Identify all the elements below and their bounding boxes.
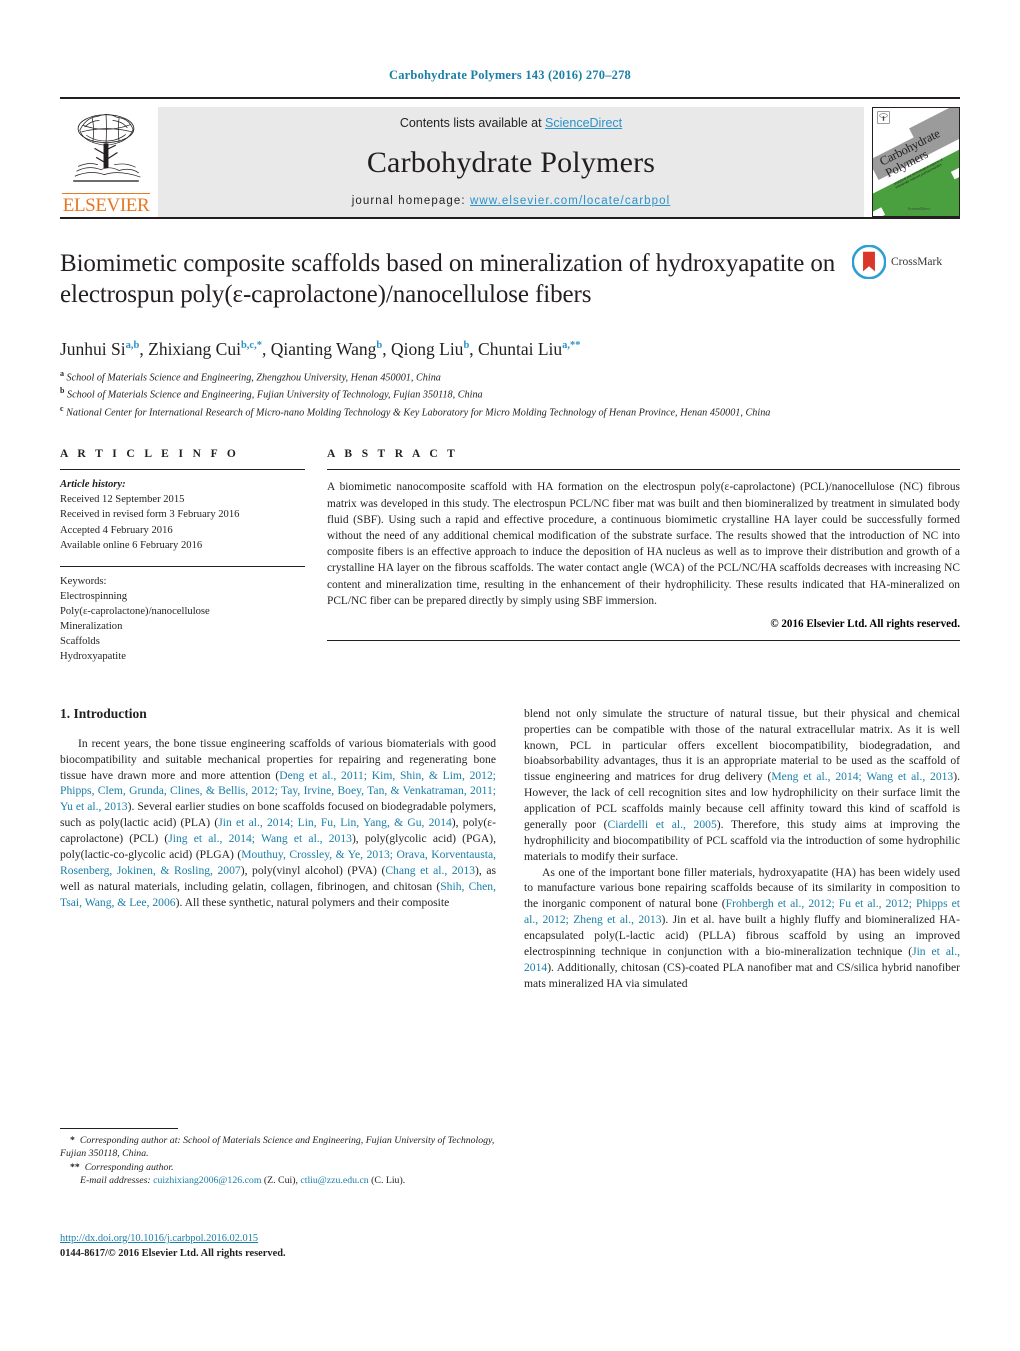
keywords-label: Keywords: xyxy=(60,575,107,587)
journal-cover-thumbnail[interactable]: Carbohydrate Polymers analytical and tec… xyxy=(872,107,960,217)
author-affiliation-mark: a,** xyxy=(562,340,581,352)
body-column-left: 1. Introduction In recent years, the bon… xyxy=(60,706,496,992)
affiliation-item: c National Center for International Rese… xyxy=(60,403,771,419)
affiliation-item: a School of Materials Science and Engine… xyxy=(60,369,441,384)
author-affiliation-mark: b xyxy=(376,340,383,352)
email-owner-1: (Z. Cui), xyxy=(263,1174,298,1186)
crossmark-icon xyxy=(852,245,886,279)
contents-available-line: Contents lists available at ScienceDirec… xyxy=(400,116,622,130)
citation-link[interactable]: Deng et al., 2011; Kim, Shin, & Lim, 201… xyxy=(60,769,496,814)
email-addresses-label: E-mail addresses: xyxy=(80,1174,151,1186)
elsevier-tree-icon xyxy=(73,113,141,182)
email-addresses-note: E-mail addresses: cuizhixiang2006@126.co… xyxy=(60,1174,496,1187)
author-affiliation-mark: b xyxy=(463,340,470,352)
page-title: Biomimetic composite scaffolds based on … xyxy=(60,250,836,308)
email-owner-2: (C. Liu). xyxy=(371,1174,406,1186)
abstract-text: A biomimetic nanocomposite scaffold with… xyxy=(327,481,960,607)
affiliation-item: b School of Materials Science and Engine… xyxy=(60,386,483,401)
journal-homepage-link[interactable]: www.elsevier.com/locate/carbpol xyxy=(470,195,670,207)
author-list: Junhui Sia,b, Zhixiang Cuib,c,*, Qiantin… xyxy=(60,339,581,359)
citation-link[interactable]: Ciardelli et al., 2005 xyxy=(608,818,717,831)
article-info-heading: A R T I C L E I N F O xyxy=(60,448,240,461)
keywords-block: Keywords: Electrospinning Poly(ε-caprolac… xyxy=(60,567,305,664)
abstract-copyright: © 2016 Elsevier Ltd. All rights reserved… xyxy=(770,617,960,630)
section-heading-introduction: 1. Introduction xyxy=(60,705,147,721)
issn-copyright-line: 0144-8617/© 2016 Elsevier Ltd. All right… xyxy=(60,1247,286,1259)
cover-elsevier-icon xyxy=(877,111,890,124)
author-name[interactable]: Qianting Wang xyxy=(271,339,377,359)
cover-sciencedirect-footer: ScienceDirect xyxy=(907,206,931,211)
abstract-column: A B S T R A C T A biomimetic nanocomposi… xyxy=(327,448,960,663)
citation-link[interactable]: Frohbergh et al., 2012; Fu et al., 2012;… xyxy=(524,897,960,926)
article-history-item: Accepted 4 February 2016 xyxy=(60,524,173,536)
intro-paragraph-right-1: blend not only simulate the structure of… xyxy=(524,706,960,863)
keyword-item: Hydroxyapatite xyxy=(60,650,126,662)
citation-link[interactable]: Jin et al., 2014 xyxy=(524,945,960,974)
info-abstract-row: A R T I C L E I N F O Article history: R… xyxy=(60,448,960,663)
running-head: Carbohydrate Polymers 143 (2016) 270–278 xyxy=(389,68,631,82)
corresponding-author-note-2: ** Corresponding author. xyxy=(70,1161,174,1173)
footnote-rule xyxy=(60,1128,178,1129)
keyword-item: Scaffolds xyxy=(60,635,100,647)
author-name[interactable]: Junhui Si xyxy=(60,339,126,359)
intro-paragraph-right-2: As one of the important bone filler mate… xyxy=(524,865,961,990)
email-link-1[interactable]: cuizhixiang2006@126.com xyxy=(153,1175,261,1186)
crossmark-label: CrossMark xyxy=(891,256,943,268)
author-name[interactable]: Qiong Liu xyxy=(391,339,463,359)
body-columns: 1. Introduction In recent years, the bon… xyxy=(60,706,960,992)
citation-link[interactable]: Jing et al., 2014; Wang et al., 2013 xyxy=(168,832,352,845)
contents-prefix: Contents lists available at xyxy=(399,116,546,130)
sciencedirect-link[interactable]: ScienceDirect xyxy=(545,116,622,130)
journal-title: Carbohydrate Polymers xyxy=(366,145,656,179)
corresponding-author-note-1: * Corresponding author at: School of Mat… xyxy=(60,1135,495,1160)
affiliation-list: a School of Materials Science and Engine… xyxy=(60,368,960,420)
article-history-item: Received 12 September 2015 xyxy=(60,494,185,506)
masthead-bottom-rule xyxy=(60,217,960,219)
article-history-block: Article history: Received 12 September 2… xyxy=(60,470,305,552)
citation-link[interactable]: Shih, Chen, Tsai, Wang, & Lee, 2006 xyxy=(60,880,496,909)
citation-link[interactable]: Chang et al., 2013 xyxy=(385,864,475,877)
title-area: Biomimetic composite scaffolds based on … xyxy=(60,245,960,323)
homepage-prefix: journal homepage: xyxy=(351,195,470,207)
author-affiliation-mark: b,c,* xyxy=(240,340,262,352)
intro-paragraph-left: In recent years, the bone tissue enginee… xyxy=(60,736,497,909)
article-history-items: Received 12 September 2015 Received in re… xyxy=(60,492,305,552)
article-history-label: Article history: xyxy=(60,479,126,491)
keyword-item: Mineralization xyxy=(60,620,123,632)
article-page: Carbohydrate Polymers 143 (2016) 270–278 xyxy=(0,0,1020,1351)
article-history-item: Available online 6 February 2016 xyxy=(60,539,203,551)
body-column-right: blend not only simulate the structure of… xyxy=(524,706,960,992)
doi-link[interactable]: http://dx.doi.org/10.1016/j.carbpol.2016… xyxy=(60,1233,258,1244)
abstract-bottom-rule xyxy=(327,639,960,641)
article-info-column: A R T I C L E I N F O Article history: R… xyxy=(60,448,305,663)
author-name[interactable]: Zhixiang Cui xyxy=(148,339,241,359)
journal-masthead: ELSEVIER Contents lists available at Sci… xyxy=(60,97,960,217)
elsevier-logo-block: ELSEVIER xyxy=(60,107,152,217)
citation-link[interactable]: Jin et al., 2014; Lin, Fu, Lin, Yang, & … xyxy=(218,816,452,829)
author-name[interactable]: Chuntai Liu xyxy=(478,339,562,359)
doi-block: http://dx.doi.org/10.1016/j.carbpol.2016… xyxy=(60,1232,496,1262)
keyword-item: Electrospinning xyxy=(60,590,128,602)
author-affiliation-mark: a,b xyxy=(125,340,140,352)
masthead-center-band: Contents lists available at ScienceDirec… xyxy=(158,107,864,217)
crossmark-badge[interactable]: CrossMark xyxy=(852,245,960,279)
abstract-heading: A B S T R A C T xyxy=(327,448,459,461)
article-history-item: Received in revised form 3 February 2016 xyxy=(60,509,240,521)
elsevier-wordmark: ELSEVIER xyxy=(62,193,150,216)
citation-link[interactable]: Meng et al., 2014; Wang et al., 2013 xyxy=(771,770,953,783)
footnote-block: * Corresponding author at: School of Mat… xyxy=(60,1128,496,1187)
email-link-2[interactable]: ctliu@zzu.edu.cn xyxy=(300,1175,368,1186)
journal-homepage-line: journal homepage: www.elsevier.com/locat… xyxy=(352,195,671,207)
keyword-item: Poly(ε-caprolactone)/nanocellulose xyxy=(60,605,210,617)
keywords-items: Electrospinning Poly(ε-caprolactone)/nano… xyxy=(60,589,305,664)
